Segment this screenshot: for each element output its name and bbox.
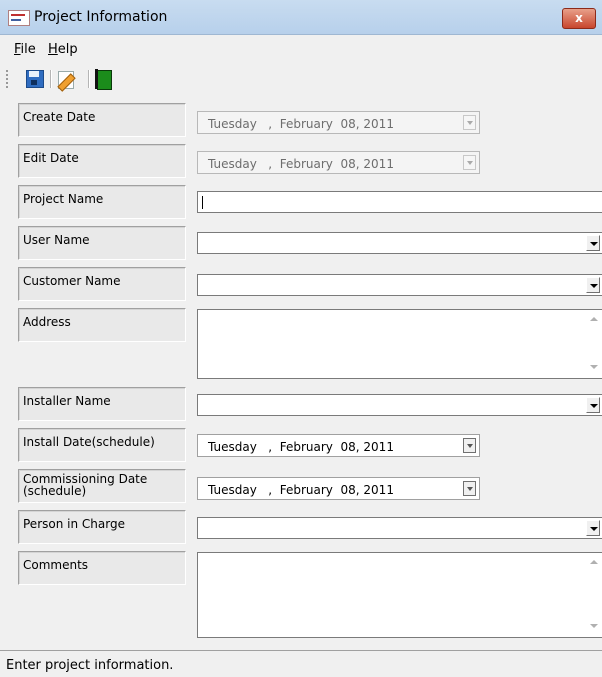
- chevron-down-icon[interactable]: [586, 520, 600, 536]
- comments-scrollbar[interactable]: [585, 553, 602, 637]
- create-date-label: Create Date: [18, 103, 186, 137]
- status-text: Enter project information.: [6, 658, 174, 673]
- save-icon[interactable]: [25, 69, 45, 89]
- person-in-charge-combo[interactable]: [197, 517, 602, 539]
- edit-date-value: Tuesday , February 08, 2011: [208, 157, 394, 171]
- toolbar-separator: [50, 70, 52, 88]
- status-bar: Enter project information.: [0, 650, 602, 677]
- customer-name-combo[interactable]: [197, 274, 602, 296]
- edit-date-label: Edit Date: [18, 144, 186, 178]
- menu-file[interactable]: File: [14, 42, 36, 57]
- commissioning-date-picker[interactable]: Tuesday , February 08, 2011: [197, 477, 480, 500]
- chevron-down-icon[interactable]: [463, 438, 476, 453]
- install-date-value: Tuesday , February 08, 2011: [208, 440, 394, 454]
- user-name-label: User Name: [18, 226, 186, 260]
- person-in-charge-label: Person in Charge: [18, 510, 186, 544]
- toolbar: [0, 66, 602, 92]
- toolbar-separator: [88, 70, 90, 88]
- installer-name-label: Installer Name: [18, 387, 186, 421]
- menu-bar: File Help: [0, 36, 602, 64]
- toolbar-grip[interactable]: [6, 70, 8, 88]
- scroll-up-icon[interactable]: [590, 317, 598, 321]
- project-name-input[interactable]: [197, 191, 602, 213]
- scroll-up-icon[interactable]: [590, 560, 598, 564]
- title-bar[interactable]: Project Information x: [0, 0, 602, 35]
- chevron-down-icon[interactable]: [463, 481, 476, 496]
- chevron-down-icon[interactable]: [586, 397, 600, 413]
- chevron-down-icon[interactable]: [586, 277, 600, 293]
- install-date-label: Install Date(schedule): [18, 428, 186, 462]
- comments-label: Comments: [18, 551, 186, 585]
- create-date-picker: Tuesday , February 08, 2011: [197, 111, 480, 134]
- comments-textarea[interactable]: [197, 552, 602, 638]
- chevron-down-icon[interactable]: [586, 235, 600, 251]
- project-name-label: Project Name: [18, 185, 186, 219]
- scroll-down-icon[interactable]: [590, 624, 598, 628]
- installer-name-combo[interactable]: [197, 394, 602, 416]
- commissioning-date-value: Tuesday , February 08, 2011: [208, 483, 394, 497]
- window-title: Project Information: [34, 9, 168, 25]
- address-textarea[interactable]: [197, 309, 602, 379]
- scroll-down-icon[interactable]: [590, 365, 598, 369]
- address-label: Address: [18, 308, 186, 342]
- edit-date-picker: Tuesday , February 08, 2011: [197, 151, 480, 174]
- chevron-down-icon: [463, 155, 476, 170]
- install-date-picker[interactable]: Tuesday , February 08, 2011: [197, 434, 480, 457]
- menu-help[interactable]: Help: [48, 42, 78, 57]
- create-date-value: Tuesday , February 08, 2011: [208, 117, 394, 131]
- text-caret: [202, 196, 203, 209]
- close-button[interactable]: x: [562, 8, 596, 29]
- exit-icon[interactable]: [95, 69, 115, 90]
- address-scrollbar[interactable]: [585, 310, 602, 378]
- chevron-down-icon: [463, 115, 476, 130]
- user-name-combo[interactable]: [197, 232, 602, 254]
- customer-name-label: Customer Name: [18, 267, 186, 301]
- edit-icon[interactable]: [57, 69, 77, 92]
- commissioning-date-label: Commissioning Date (schedule): [18, 469, 186, 503]
- app-icon: [8, 10, 30, 26]
